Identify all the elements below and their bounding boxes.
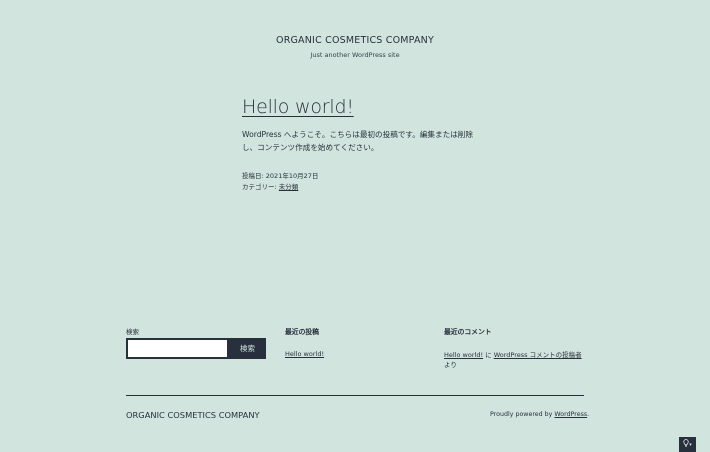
post-date-row: 投稿日: 2021年10月27日	[242, 171, 482, 182]
site-header: ORGANIC COSMETICS COMPANY Just another W…	[0, 28, 710, 59]
recent-posts-title: 最近の投稿	[285, 328, 319, 336]
footer-divider	[126, 395, 584, 396]
recent-comment-author-link[interactable]: WordPress コメントの投稿者	[494, 351, 582, 359]
footer-site-title-link[interactable]: ORGANIC COSMETICS COMPANY	[126, 410, 260, 420]
post-date-label: 投稿日:	[242, 171, 264, 180]
recent-comments-title: 最近のコメント	[444, 328, 492, 336]
recent-comment-item: Hello world! に WordPress コメントの投稿者 より	[444, 350, 586, 370]
post-category-row: カテゴリー: 未分類	[242, 182, 482, 193]
chevron-down-icon: ▾	[689, 442, 692, 448]
post-date-value: 2021年10月27日	[265, 171, 319, 180]
footer-credit-prefix: Proudly powered by	[490, 411, 555, 418]
recent-comment-post-link[interactable]: Hello world!	[444, 351, 483, 359]
recent-post-link[interactable]: Hello world!	[285, 350, 324, 358]
post-article: Hello world! WordPress へようこそ。こちらは最初の投稿です…	[242, 96, 482, 193]
search-label: 検索	[126, 328, 139, 336]
recent-comments-widget: 最近のコメント Hello world! に WordPress コメントの投稿…	[444, 326, 586, 370]
post-category-label: カテゴリー:	[242, 182, 277, 191]
recent-comment-connector: に	[483, 351, 494, 359]
recent-posts-widget: 最近の投稿 Hello world!	[285, 326, 425, 360]
search-form: 検索	[126, 338, 266, 359]
footer-credit-suffix: .	[587, 411, 590, 418]
recent-comment-suffix: より	[444, 361, 457, 370]
footer-wordpress-link[interactable]: WordPress	[554, 411, 587, 418]
dark-mode-toggle-button[interactable]: ▾	[679, 437, 696, 452]
search-input[interactable]	[126, 338, 229, 359]
footer-credit: Proudly powered by WordPress.	[490, 411, 589, 418]
post-meta: 投稿日: 2021年10月27日 カテゴリー: 未分類	[242, 171, 482, 193]
search-button[interactable]: 検索	[229, 338, 266, 359]
site-title-link[interactable]: ORGANIC COSMETICS COMPANY	[276, 35, 434, 46]
search-widget: 検索 検索	[126, 326, 266, 359]
post-category-link[interactable]: 未分類	[279, 183, 299, 191]
post-title-link[interactable]: Hello world!	[242, 96, 354, 118]
footer-widgets: 検索 検索 最近の投稿 Hello world! 最近のコメント Hello w…	[126, 326, 586, 376]
page: ORGANIC COSMETICS COMPANY Just another W…	[0, 0, 710, 452]
site-description: Just another WordPress site	[310, 51, 400, 59]
post-content: WordPress へようこそ。こちらは最初の投稿です。編集または削除し、コンテ…	[242, 130, 473, 153]
